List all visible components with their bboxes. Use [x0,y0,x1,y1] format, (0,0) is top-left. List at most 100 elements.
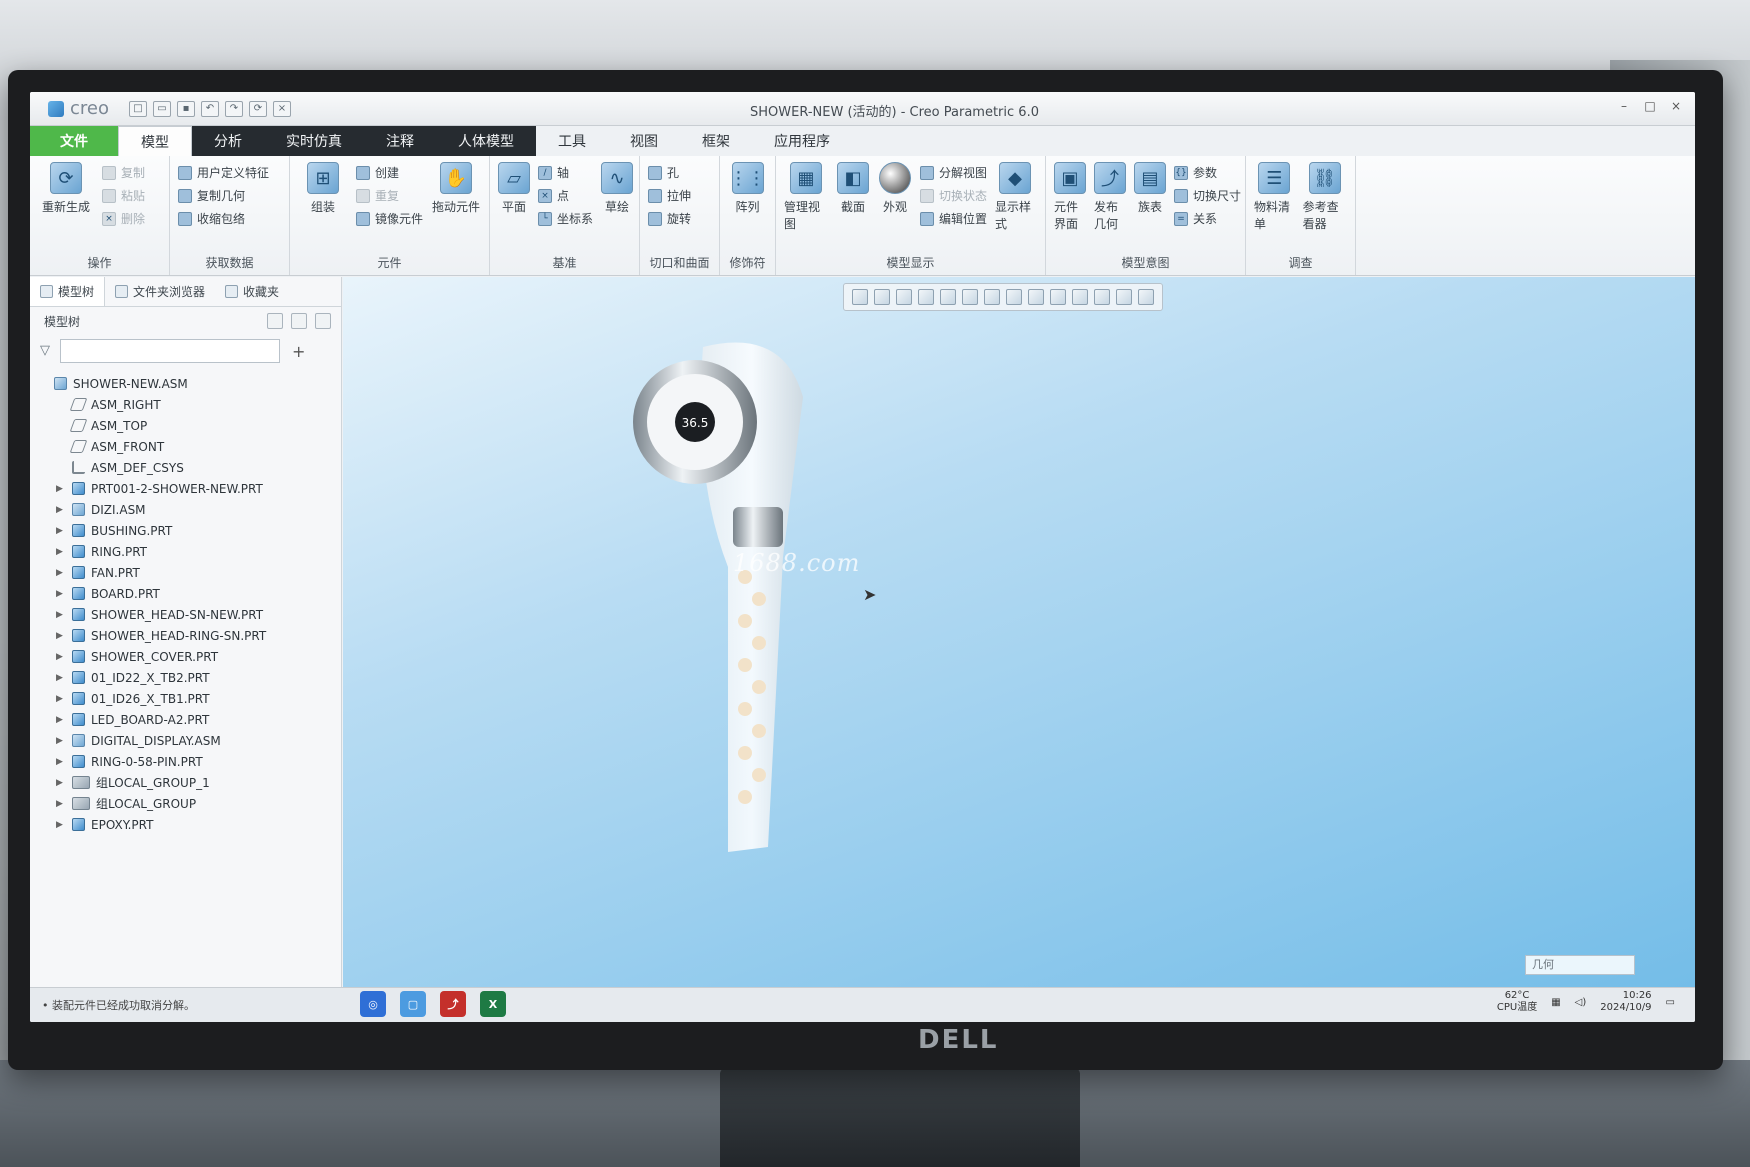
zoom-out-icon[interactable] [896,289,912,305]
expand-arrow-icon[interactable]: ▶ [56,799,66,809]
render-style-icon[interactable] [940,289,956,305]
clock[interactable]: 10:26 2024/10/9 [1600,990,1651,1014]
notification-icon[interactable]: ▭ [1666,997,1675,1008]
parameters-button[interactable]: {} 参数 [1174,164,1241,181]
tree-item[interactable]: ASM_RIGHT [38,394,341,415]
tree-item[interactable]: ASM_FRONT [38,436,341,457]
refit-icon[interactable] [852,289,868,305]
edit-position-button[interactable]: 编辑位置 [920,210,987,227]
repaint-icon[interactable] [918,289,934,305]
tab-live-simulation[interactable]: 实时仿真 [264,126,364,156]
expand-arrow-icon[interactable]: ▶ [56,547,66,557]
expand-arrow-icon[interactable]: ▶ [56,736,66,746]
creo-app-icon[interactable]: ▢ [400,991,426,1017]
tree-item[interactable]: ▶ DIGITAL_DISPLAY.ASM [38,730,341,751]
extrude-button[interactable]: 拉伸 [648,187,691,204]
save-icon[interactable]: ▪ [177,100,195,117]
perspective-icon[interactable] [1006,289,1022,305]
tree-item[interactable]: ▶ FAN.PRT [38,562,341,583]
tree-item[interactable]: ▶ SHOWER_HEAD-RING-SN.PRT [38,625,341,646]
saved-orientations-icon[interactable] [962,289,978,305]
annotation-display-icon[interactable] [1094,289,1110,305]
expand-arrow-icon[interactable]: ▶ [56,757,66,767]
redo-icon[interactable]: ↷ [225,100,243,117]
relations-button[interactable]: = 关系 [1174,210,1241,227]
display-style-icon[interactable] [1028,289,1044,305]
section-display-icon[interactable] [1116,289,1132,305]
expand-arrow-icon[interactable]: ▶ [56,610,66,620]
expand-arrow-icon[interactable]: ▶ [56,652,66,662]
switch-dimensions-button[interactable]: 切换尺寸 [1174,187,1241,204]
copy-button[interactable]: 复制 [102,164,145,181]
toggle-state-button[interactable]: 切换状态 [920,187,987,204]
shrinkwrap-button[interactable]: 收缩包络 [178,210,269,227]
mirror-component-button[interactable]: 镜像元件 [355,210,423,227]
new-file-icon[interactable]: □ [129,100,147,117]
expand-arrow-icon[interactable]: ▶ [56,631,66,641]
tree-item[interactable]: ▶ BUSHING.PRT [38,520,341,541]
tree-item[interactable]: ▶ BOARD.PRT [38,583,341,604]
expand-arrow-icon[interactable]: ▶ [56,484,66,494]
close-icon[interactable]: × [1667,98,1685,114]
shower-head-model[interactable]: 36.5 [633,307,833,867]
tree-item[interactable]: ▶ SHOWER_HEAD-SN-NEW.PRT [38,604,341,625]
maximize-icon[interactable]: □ [1641,98,1659,114]
tree-item[interactable]: ▶ 组LOCAL_GROUP_1 [38,772,341,793]
tree-item[interactable]: ▶ LED_BOARD-A2.PRT [38,709,341,730]
tab-manikin[interactable]: 人体模型 [436,126,536,156]
repeat-button[interactable]: 重复 [355,187,423,204]
tree-item[interactable]: ▶ RING.PRT [38,541,341,562]
tree-item[interactable]: SHOWER-NEW.ASM [38,373,341,394]
tree-filter-icon[interactable] [315,313,331,329]
explode-view-button[interactable]: 分解视图 [920,164,987,181]
show-icon[interactable] [291,313,307,329]
udf-button[interactable]: 用户定义特征 [178,164,269,181]
tree-item[interactable]: ▶ DIZI.ASM [38,499,341,520]
tab-folder-browser[interactable]: 文件夹浏览器 [105,277,215,306]
point-button[interactable]: × 点 [538,187,593,204]
datum-display-icon[interactable] [1050,289,1066,305]
network-icon[interactable]: ▦ [1551,997,1560,1008]
undo-icon[interactable]: ↶ [201,100,219,117]
revolve-button[interactable]: 旋转 [648,210,691,227]
selection-filter-dropdown[interactable]: 几何 [1525,955,1635,975]
tab-file[interactable]: 文件 [30,126,118,156]
tab-framework[interactable]: 框架 [680,126,752,156]
paste-button[interactable]: 粘贴 [102,187,145,204]
tree-item[interactable]: ▶ 01_ID22_X_TB2.PRT [38,667,341,688]
delete-button[interactable]: × 删除 [102,210,145,227]
tree-item[interactable]: ▶ EPOXY.PRT [38,814,341,835]
pdf-app-icon[interactable]: ⤴ [440,991,466,1017]
create-button[interactable]: 创建 [355,164,423,181]
tab-tools[interactable]: 工具 [536,126,608,156]
copy-geometry-button[interactable]: 复制几何 [178,187,269,204]
minimize-icon[interactable]: – [1615,98,1633,114]
view-manager-icon[interactable] [984,289,1000,305]
csys-button[interactable]: └ 坐标系 [538,210,593,227]
excel-app-icon[interactable]: X [480,991,506,1017]
tree-item[interactable]: ▶ SHOWER_COVER.PRT [38,646,341,667]
tree-settings-icon[interactable] [267,313,283,329]
browser-app-icon[interactable]: ◎ [360,991,386,1017]
add-icon[interactable]: + [292,342,305,361]
tree-item[interactable]: ▶ 组LOCAL_GROUP [38,793,341,814]
tree-item[interactable]: ▶ 01_ID26_X_TB1.PRT [38,688,341,709]
spin-center-icon[interactable] [1072,289,1088,305]
more-icon[interactable] [1138,289,1154,305]
expand-arrow-icon[interactable]: ▶ [56,505,66,515]
expand-arrow-icon[interactable]: ▶ [56,568,66,578]
tree-item[interactable]: ▶ RING-0-58-PIN.PRT [38,751,341,772]
tab-analysis[interactable]: 分析 [192,126,264,156]
axis-button[interactable]: / 轴 [538,164,593,181]
hole-button[interactable]: 孔 [648,164,691,181]
expand-arrow-icon[interactable]: ▶ [56,526,66,536]
close-window-icon[interactable]: × [273,100,291,117]
zoom-in-icon[interactable] [874,289,890,305]
expand-arrow-icon[interactable]: ▶ [56,673,66,683]
expand-arrow-icon[interactable]: ▶ [56,715,66,725]
tab-annotate[interactable]: 注释 [364,126,436,156]
expand-arrow-icon[interactable]: ▶ [56,694,66,704]
tab-applications[interactable]: 应用程序 [752,126,852,156]
tree-item[interactable]: ▶ PRT001-2-SHOWER-NEW.PRT [38,478,341,499]
expand-arrow-icon[interactable]: ▶ [56,589,66,599]
